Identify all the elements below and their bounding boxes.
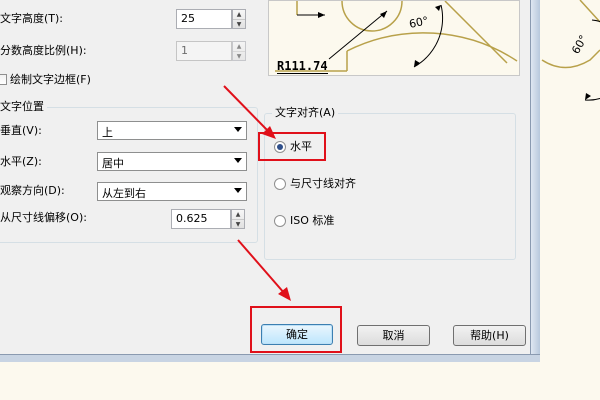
annotation-arrows	[223, 85, 291, 301]
arrow-to-ok-line	[237, 239, 286, 295]
arrow-to-horizontal-line	[223, 85, 271, 134]
